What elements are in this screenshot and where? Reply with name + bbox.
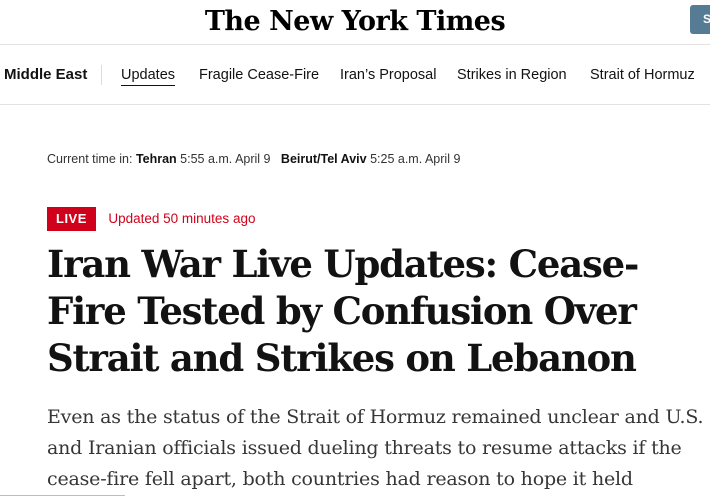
nav-divider: [101, 65, 102, 85]
current-time-row: Current time in: Tehran 5:55 a.m. April …: [47, 152, 460, 166]
city-time-beirut-tel-aviv: 5:25 a.m. April 9: [370, 152, 461, 166]
live-badge: LIVE: [47, 207, 96, 231]
article-headline: Iran War Live Updates: Cease-Fire Tested…: [47, 242, 639, 380]
article-summary: Even as the status of the Strait of Horm…: [47, 406, 704, 490]
nyt-logo[interactable]: The New York Times: [0, 4, 710, 40]
subscribe-button[interactable]: S: [690, 5, 710, 34]
scroll-indicator: [0, 495, 125, 496]
nav-link-strikes-in-region[interactable]: Strikes in Region: [457, 67, 567, 83]
updated-timestamp: Updated 50 minutes ago: [108, 211, 256, 226]
city-time-tehran: 5:55 a.m. April 9: [180, 152, 271, 166]
nav-section-title[interactable]: Middle East: [4, 66, 87, 83]
section-nav: Middle East Updates Fragile Cease-Fire I…: [0, 44, 710, 105]
city-name-beirut-tel-aviv: Beirut/Tel Aviv: [280, 152, 367, 166]
live-status: LIVE Updated 50 minutes ago: [47, 207, 255, 231]
nav-link-fragile-cease-fire[interactable]: Fragile Cease-Fire: [199, 67, 319, 83]
nav-link-irans-proposal[interactable]: Iran’s Proposal: [340, 67, 436, 83]
time-prefix: Current time in:: [47, 152, 133, 166]
nav-link-updates[interactable]: Updates: [121, 67, 176, 86]
masthead: The New York Times S: [0, 0, 710, 44]
city-name-tehran: Tehran: [135, 152, 177, 166]
nav-link-strait-of-hormuz[interactable]: Strait of Hormuz: [590, 67, 695, 83]
